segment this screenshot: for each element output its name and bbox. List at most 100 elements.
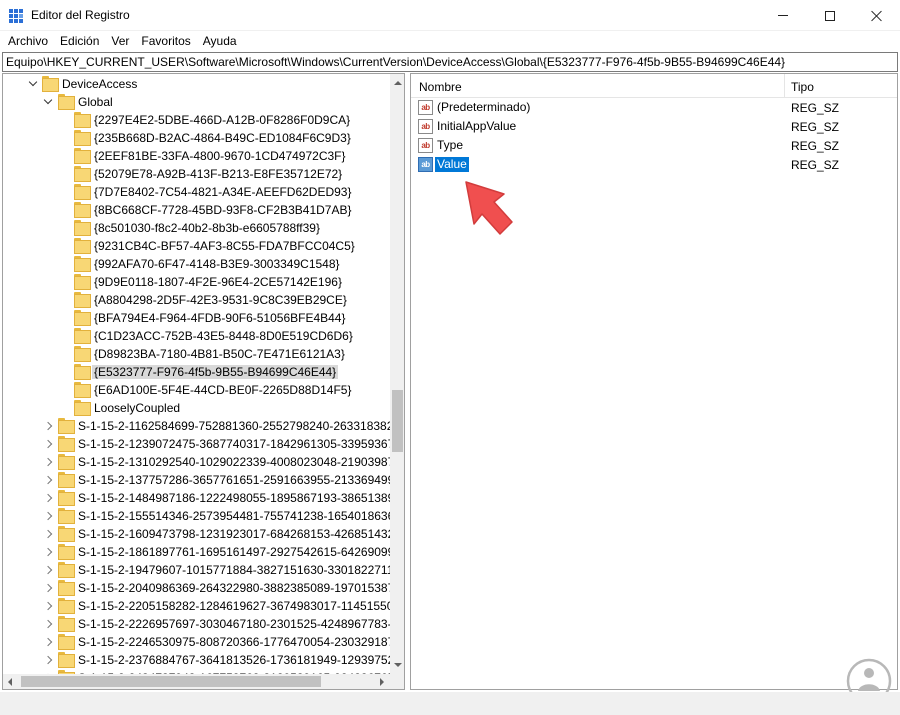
tree-item-key[interactable]: LooselyCoupled [3,399,388,417]
chevron-down-icon[interactable] [43,96,53,108]
folder-icon [58,562,75,578]
column-header-name[interactable]: Nombre [419,80,462,94]
tree-item-label: S-1-15-2-1609473798-1231923017-684268153… [78,527,405,541]
tree-item-deviceaccess[interactable]: DeviceAccess [3,75,388,93]
tree-item-key[interactable]: {E6AD100E-5F4E-44CD-BE0F-2265D88D14F5} [3,381,388,399]
folder-icon [58,418,75,434]
value-type: REG_SZ [791,158,840,172]
scroll-right-icon[interactable] [374,674,390,689]
folder-icon [42,76,59,92]
folder-icon [74,346,91,362]
tree-item-key[interactable]: {2297E4E2-5DBE-466D-A12B-0F8286F0D9CA} [3,111,388,129]
tree-item-key[interactable]: {BFA794E4-F964-4FDB-90F6-51056BFE4B44} [3,309,388,327]
tree-item-label: S-1-15-2-2226957697-3030467180-2301525-4… [78,617,405,631]
folder-icon [74,220,91,236]
chevron-right-icon[interactable] [43,546,53,558]
tree-item-key[interactable]: {992AFA70-6F47-4148-B3E9-3003349C1548} [3,255,388,273]
tree-item-sid[interactable]: S-1-15-2-2205158282-1284619627-367498301… [3,597,404,615]
folder-icon [58,490,75,506]
chevron-right-icon[interactable] [43,528,53,540]
close-button[interactable] [854,0,900,31]
folder-icon [58,454,75,470]
string-value-icon: ab [418,138,433,153]
tree-item-sid[interactable]: S-1-15-2-155514346-2573954481-755741238-… [3,507,404,525]
menu-edicion[interactable]: Edición [54,32,105,51]
menu-favoritos[interactable]: Favoritos [135,32,196,51]
tree-item-global[interactable]: Global [3,93,388,111]
tree-item-key[interactable]: {D89823BA-7180-4B81-B50C-7E471E6121A3} [3,345,388,363]
scroll-thumb-horizontal[interactable] [21,676,321,687]
chevron-right-icon[interactable] [43,600,53,612]
scroll-thumb[interactable] [392,390,403,452]
tree-item-label: {A8804298-2D5F-42E3-9531-9C8C39EB29CE} [94,293,347,307]
tree-item-label: S-1-15-2-2246530975-808720366-1776470054… [78,635,405,649]
chevron-right-icon[interactable] [43,474,53,486]
chevron-right-icon[interactable] [43,582,53,594]
menu-ver[interactable]: Ver [105,32,135,51]
tree-item-sid[interactable]: S-1-15-2-2226957697-3030467180-2301525-4… [3,615,404,633]
tree-item-key[interactable]: {2EEF81BE-33FA-4800-9670-1CD474972C3F} [3,147,388,165]
tree-item-sid[interactable]: S-1-15-2-1609473798-1231923017-684268153… [3,525,404,543]
value-row[interactable]: ab Type REG_SZ [411,136,897,155]
minimize-button[interactable] [760,0,806,31]
scroll-down-icon[interactable] [390,658,404,674]
tree-item-sid[interactable]: S-1-15-2-1162584699-752881360-2552798240… [3,417,404,435]
tree-item-key[interactable]: {C1D23ACC-752B-43E5-8448-8D0E519CD6D6} [3,327,388,345]
chevron-right-icon[interactable] [43,438,53,450]
chevron-right-icon[interactable] [43,654,53,666]
registry-editor-icon [9,9,23,23]
tree-item-label: S-1-15-2-2040986369-264322980-3882385089… [78,581,405,595]
tree-item-sid[interactable]: S-1-15-2-19479607-1015771884-3827151630-… [3,561,404,579]
tree-item-key[interactable]: {235B668D-B2AC-4864-B49C-ED1084F6C9D3} [3,129,388,147]
tree-item-sid[interactable]: S-1-15-2-1310292540-1029022339-400802304… [3,453,404,471]
chevron-right-icon[interactable] [43,510,53,522]
string-value-icon: ab [418,119,433,134]
tree-item-sid[interactable]: S-1-15-2-1861897761-1695161497-292754261… [3,543,404,561]
tree-item-label: S-1-15-2-2376884767-3641813526-173618194… [78,653,405,667]
folder-icon [74,328,91,344]
tree-item-key[interactable]: {E5323777-F976-4f5b-9B55-B94699C46E44} [3,363,388,381]
maximize-button[interactable] [807,0,853,31]
tree-item-label: {9D9E0118-1807-4F2E-96E4-2CE57142E196} [94,275,342,289]
tree-item-key[interactable]: {A8804298-2D5F-42E3-9531-9C8C39EB29CE} [3,291,388,309]
folder-icon [74,292,91,308]
tree-item-key[interactable]: {8BC668CF-7728-45BD-93F8-CF2B3B41D7AB} [3,201,388,219]
tree-item-key[interactable]: {9231CB4C-BF57-4AF3-8C55-FDA7BFCC04C5} [3,237,388,255]
address-bar[interactable]: Equipo\HKEY_CURRENT_USER\Software\Micros… [2,52,898,72]
menu-archivo[interactable]: Archivo [2,32,54,51]
chevron-right-icon[interactable] [43,492,53,504]
tree-item-sid[interactable]: S-1-15-2-1239072475-3687740317-184296130… [3,435,404,453]
tree-item-key[interactable]: {8c501030-f8c2-40b2-8b3b-e6605788ff39} [3,219,388,237]
scroll-left-icon[interactable] [3,674,19,689]
chevron-right-icon[interactable] [43,456,53,468]
value-row[interactable]: ab (Predeterminado) REG_SZ [411,98,897,117]
tree-vertical-scrollbar[interactable] [390,74,404,674]
scroll-up-icon[interactable] [390,74,404,90]
chevron-right-icon[interactable] [43,420,53,432]
tree-item-label: {7D7E8402-7C54-4821-A34E-AEEFD62DED93} [94,185,352,199]
tree-item-sid[interactable]: S-1-15-2-1484987186-1222498055-189586719… [3,489,404,507]
chevron-right-icon[interactable] [43,618,53,630]
menu-ayuda[interactable]: Ayuda [197,32,243,51]
column-separator[interactable] [784,74,785,98]
chevron-right-icon[interactable] [43,636,53,648]
folder-icon [58,616,75,632]
tree-item-key[interactable]: {9D9E0118-1807-4F2E-96E4-2CE57142E196} [3,273,388,291]
value-row[interactable]: ab InitialAppValue REG_SZ [411,117,897,136]
tree-item-label: LooselyCoupled [94,401,181,415]
tree-item-sid[interactable]: S-1-15-2-2246530975-808720366-1776470054… [3,633,404,651]
chevron-right-icon[interactable] [43,564,53,576]
value-row[interactable]: ab Value REG_SZ [411,155,897,174]
tree-item-label: {2EEF81BE-33FA-4800-9670-1CD474972C3F} [94,149,346,163]
tree-item-sid[interactable]: S-1-15-2-2040986369-264322980-3882385089… [3,579,404,597]
maximize-icon [825,10,835,21]
value-type: REG_SZ [791,120,840,134]
tree-item-label: {E5323777-F976-4f5b-9B55-B94699C46E44} [92,365,339,379]
tree-item-sid[interactable]: S-1-15-2-137757286-3657761651-2591663955… [3,471,404,489]
chevron-down-icon[interactable] [28,78,38,90]
tree-item-key[interactable]: {52079E78-A92B-413F-B213-E8FE35712E72} [3,165,388,183]
tree-item-key[interactable]: {7D7E8402-7C54-4821-A34E-AEEFD62DED93} [3,183,388,201]
column-header-type[interactable]: Tipo [791,80,814,94]
tree-item-sid[interactable]: S-1-15-2-2376884767-3641813526-173618194… [3,651,404,669]
tree-horizontal-scrollbar[interactable] [3,674,390,689]
